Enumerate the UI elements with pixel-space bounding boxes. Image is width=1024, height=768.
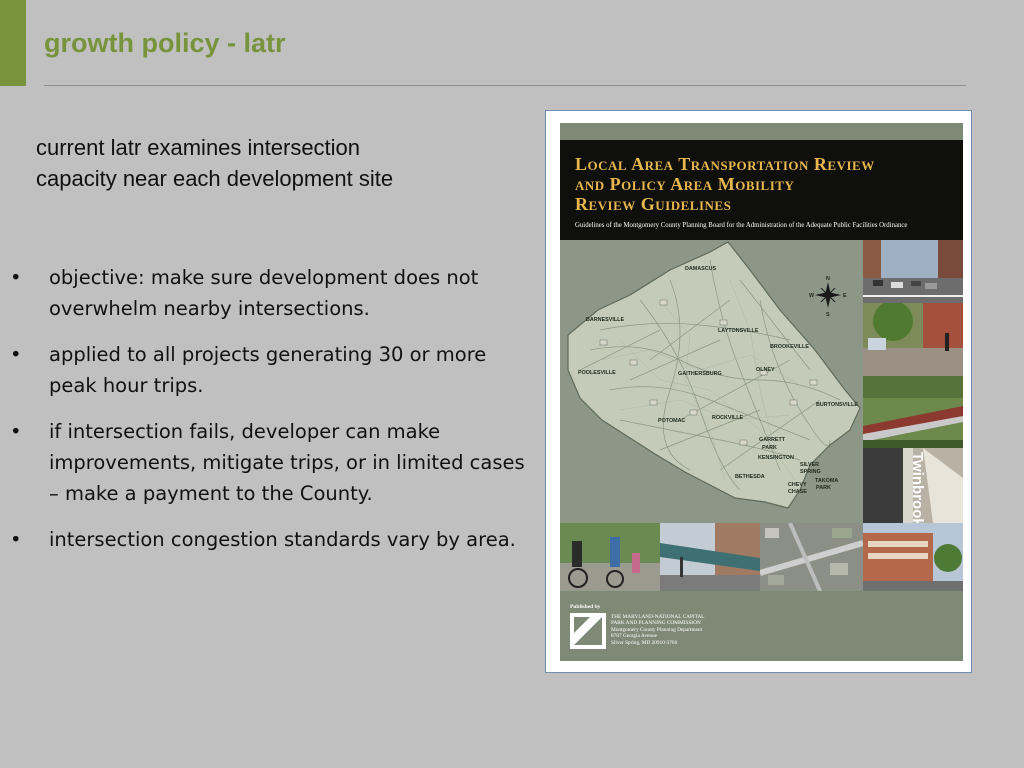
county-map-graphic: DAMASCUS BARNESVILLE LAYTONSVILLE BROOKE… xyxy=(560,240,863,523)
cyclists-photo xyxy=(560,523,660,591)
map-label-olney: OLNEY xyxy=(756,367,775,373)
bullet-item: • applied to all projects generating 30 … xyxy=(0,339,530,401)
mncppc-logo-icon xyxy=(570,613,606,649)
bullet-list: • objective: make sure development does … xyxy=(0,262,530,570)
bullet-dot: • xyxy=(10,266,22,289)
bullet-text: objective: make sure development does no… xyxy=(49,266,479,320)
map-label-burtonsville: BURTONSVILLE xyxy=(816,402,858,408)
map-label-gaithersburg: GAITHERSBURG xyxy=(678,371,722,377)
map-label-bethesda: BETHESDA xyxy=(735,474,765,480)
map-label-silver: SILVER xyxy=(800,462,819,468)
map-label-poolesville: POOLESVILLE xyxy=(578,370,616,376)
transit-platform-photo xyxy=(863,376,963,448)
bullet-item: • intersection congestion standards vary… xyxy=(0,524,530,555)
map-label-spring: SPRING xyxy=(800,469,821,475)
title-divider xyxy=(44,85,966,86)
town-center-photo xyxy=(863,523,963,591)
map-label-rockville: ROCKVILLE xyxy=(712,415,744,421)
twinbrook-sign-text: Twinbrook xyxy=(909,452,926,523)
map-label-takoma: TAKOMA xyxy=(815,478,838,484)
compass-s: S xyxy=(826,312,830,318)
bullet-item: • if intersection fails, developer can m… xyxy=(0,416,530,509)
report-cover: Local Area Transportation Review and Pol… xyxy=(560,123,963,661)
map-label-laytonsville: LAYTONSVILLE xyxy=(718,328,759,334)
publisher-line: PARK AND PLANNING COMMISSION xyxy=(611,620,701,627)
map-label-brookeville: BROOKEVILLE xyxy=(770,344,809,350)
cover-title: Local Area Transportation Review and Pol… xyxy=(575,154,955,214)
intro-text: current latr examines intersection capac… xyxy=(36,135,394,191)
cover-title-line: Local Area Transportation Review xyxy=(575,154,875,174)
cover-header: Local Area Transportation Review and Pol… xyxy=(560,140,963,240)
title-accent-bar xyxy=(0,0,26,86)
cover-title-line: Review Guidelines xyxy=(575,194,732,214)
publisher-line: Silver Spring, MD 20910-3760 xyxy=(611,639,678,646)
slide-title: growth policy - latr xyxy=(44,28,286,58)
bullet-text: intersection congestion standards vary b… xyxy=(49,528,516,551)
cover-photo-strip xyxy=(560,523,963,591)
report-cover-image: Local Area Transportation Review and Pol… xyxy=(545,110,972,673)
map-label-park: PARK xyxy=(762,445,777,451)
cover-subtitle: Guidelines of the Montgomery County Plan… xyxy=(575,222,908,229)
compass-e: E xyxy=(843,293,847,299)
map-label-kensington: KENSINGTON xyxy=(758,455,794,461)
cover-photo-column: Twinbrook xyxy=(863,240,963,523)
bullet-item: • objective: make sure development does … xyxy=(0,262,530,324)
twinbrook-sign-photo: Twinbrook xyxy=(863,448,963,523)
map-label-garrett: GARRETT xyxy=(759,437,786,443)
publisher-lines: THE MARYLAND-NATIONAL CAPITAL PARK AND P… xyxy=(611,614,705,646)
bullet-dot: • xyxy=(10,420,22,443)
street-photo xyxy=(863,240,963,303)
bullet-dot: • xyxy=(10,528,22,551)
compass-n: N xyxy=(826,276,830,282)
cover-title-line: and Policy Area Mobility xyxy=(575,174,795,194)
map-label-chevy: CHEVY xyxy=(788,482,807,488)
map-label-potomac: POTOMAC xyxy=(658,418,686,424)
map-label-chase: CHASE xyxy=(788,489,807,495)
pedestrian-bridge-photo xyxy=(660,523,760,591)
sidewalk-photo xyxy=(863,303,963,376)
map-label-barnesville: BARNESVILLE xyxy=(586,317,624,323)
bullet-dot: • xyxy=(10,343,22,366)
county-map: DAMASCUS BARNESVILLE LAYTONSVILLE BROOKE… xyxy=(560,240,863,523)
publisher-label: Published by xyxy=(570,604,601,610)
map-label-takoma-park: PARK xyxy=(816,485,831,491)
bullet-text: applied to all projects generating 30 or… xyxy=(49,343,487,397)
aerial-photo xyxy=(760,523,863,591)
bullet-text: if intersection fails, developer can mak… xyxy=(49,420,525,505)
map-label-damascus: DAMASCUS xyxy=(685,266,717,272)
